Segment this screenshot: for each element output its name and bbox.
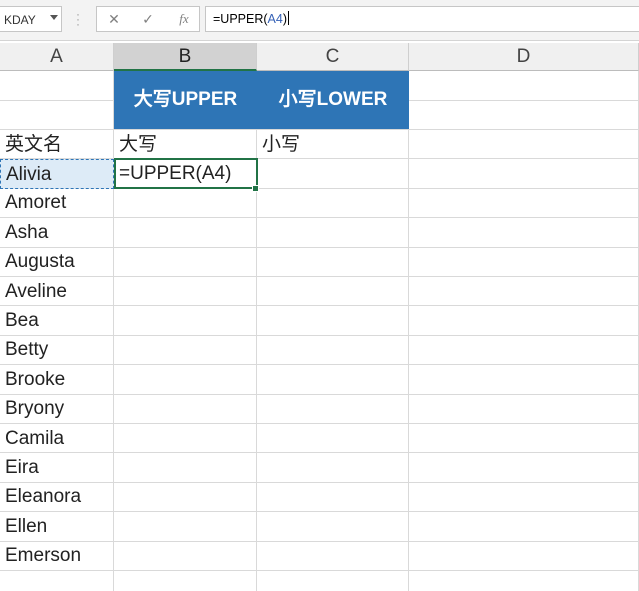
column-header-a[interactable]: A bbox=[0, 43, 114, 71]
formula-buttons: ✕ ✓ fx bbox=[96, 6, 200, 32]
cell-a4[interactable]: Alivia bbox=[0, 159, 114, 189]
formula-bar: KDAY · · · ✕ ✓ fx =UPPER(A4) bbox=[0, 0, 639, 41]
formula-suffix: ) bbox=[282, 12, 287, 26]
cell-b4-active[interactable]: =UPPER(A4) bbox=[114, 158, 258, 189]
formula-reference: A4 bbox=[267, 12, 283, 26]
cell-a9[interactable]: Bea bbox=[0, 306, 113, 335]
cell-a15[interactable]: Eleanora bbox=[0, 482, 113, 511]
cell-a3[interactable]: 英文名 bbox=[0, 130, 113, 159]
column-header-c[interactable]: C bbox=[257, 43, 409, 71]
cell-a12[interactable]: Bryony bbox=[0, 394, 113, 423]
fill-handle[interactable] bbox=[252, 185, 259, 192]
drag-handle-icon[interactable]: · · · bbox=[76, 8, 80, 30]
cell-a8[interactable]: Aveline bbox=[0, 277, 113, 306]
cell-c3[interactable]: 小写 bbox=[257, 130, 408, 159]
formula-input[interactable]: =UPPER(A4) bbox=[205, 6, 639, 32]
chevron-down-icon[interactable] bbox=[50, 15, 58, 20]
cell-a17[interactable]: Emerson bbox=[0, 541, 113, 570]
header-cell-lower[interactable]: 小写LOWER bbox=[257, 71, 409, 129]
cell-a11[interactable]: Brooke bbox=[0, 365, 113, 394]
cell-a5[interactable]: Amoret bbox=[0, 188, 113, 217]
cell-a14[interactable]: Eira bbox=[0, 453, 113, 482]
cancel-icon[interactable]: ✕ bbox=[107, 7, 121, 31]
worksheet-grid[interactable]: 大写UPPER 小写LOWER 英文名 大写 小写 Alivia =UPPER(… bbox=[0, 71, 639, 591]
column-header-d[interactable]: D bbox=[409, 43, 639, 71]
formula-prefix: =UPPER( bbox=[213, 12, 268, 26]
header-cell-upper[interactable]: 大写UPPER bbox=[114, 71, 257, 129]
cell-a7[interactable]: Augusta bbox=[0, 247, 113, 276]
cell-b3[interactable]: 大写 bbox=[114, 130, 256, 159]
insert-function-button[interactable]: fx bbox=[175, 7, 193, 31]
cell-a6[interactable]: Asha bbox=[0, 218, 113, 247]
cell-a10[interactable]: Betty bbox=[0, 335, 113, 364]
check-icon[interactable]: ✓ bbox=[141, 7, 155, 31]
cell-a13[interactable]: Camila bbox=[0, 424, 113, 453]
cell-a16[interactable]: Ellen bbox=[0, 512, 113, 541]
column-header-b[interactable]: B bbox=[114, 43, 257, 71]
text-cursor bbox=[288, 11, 289, 25]
